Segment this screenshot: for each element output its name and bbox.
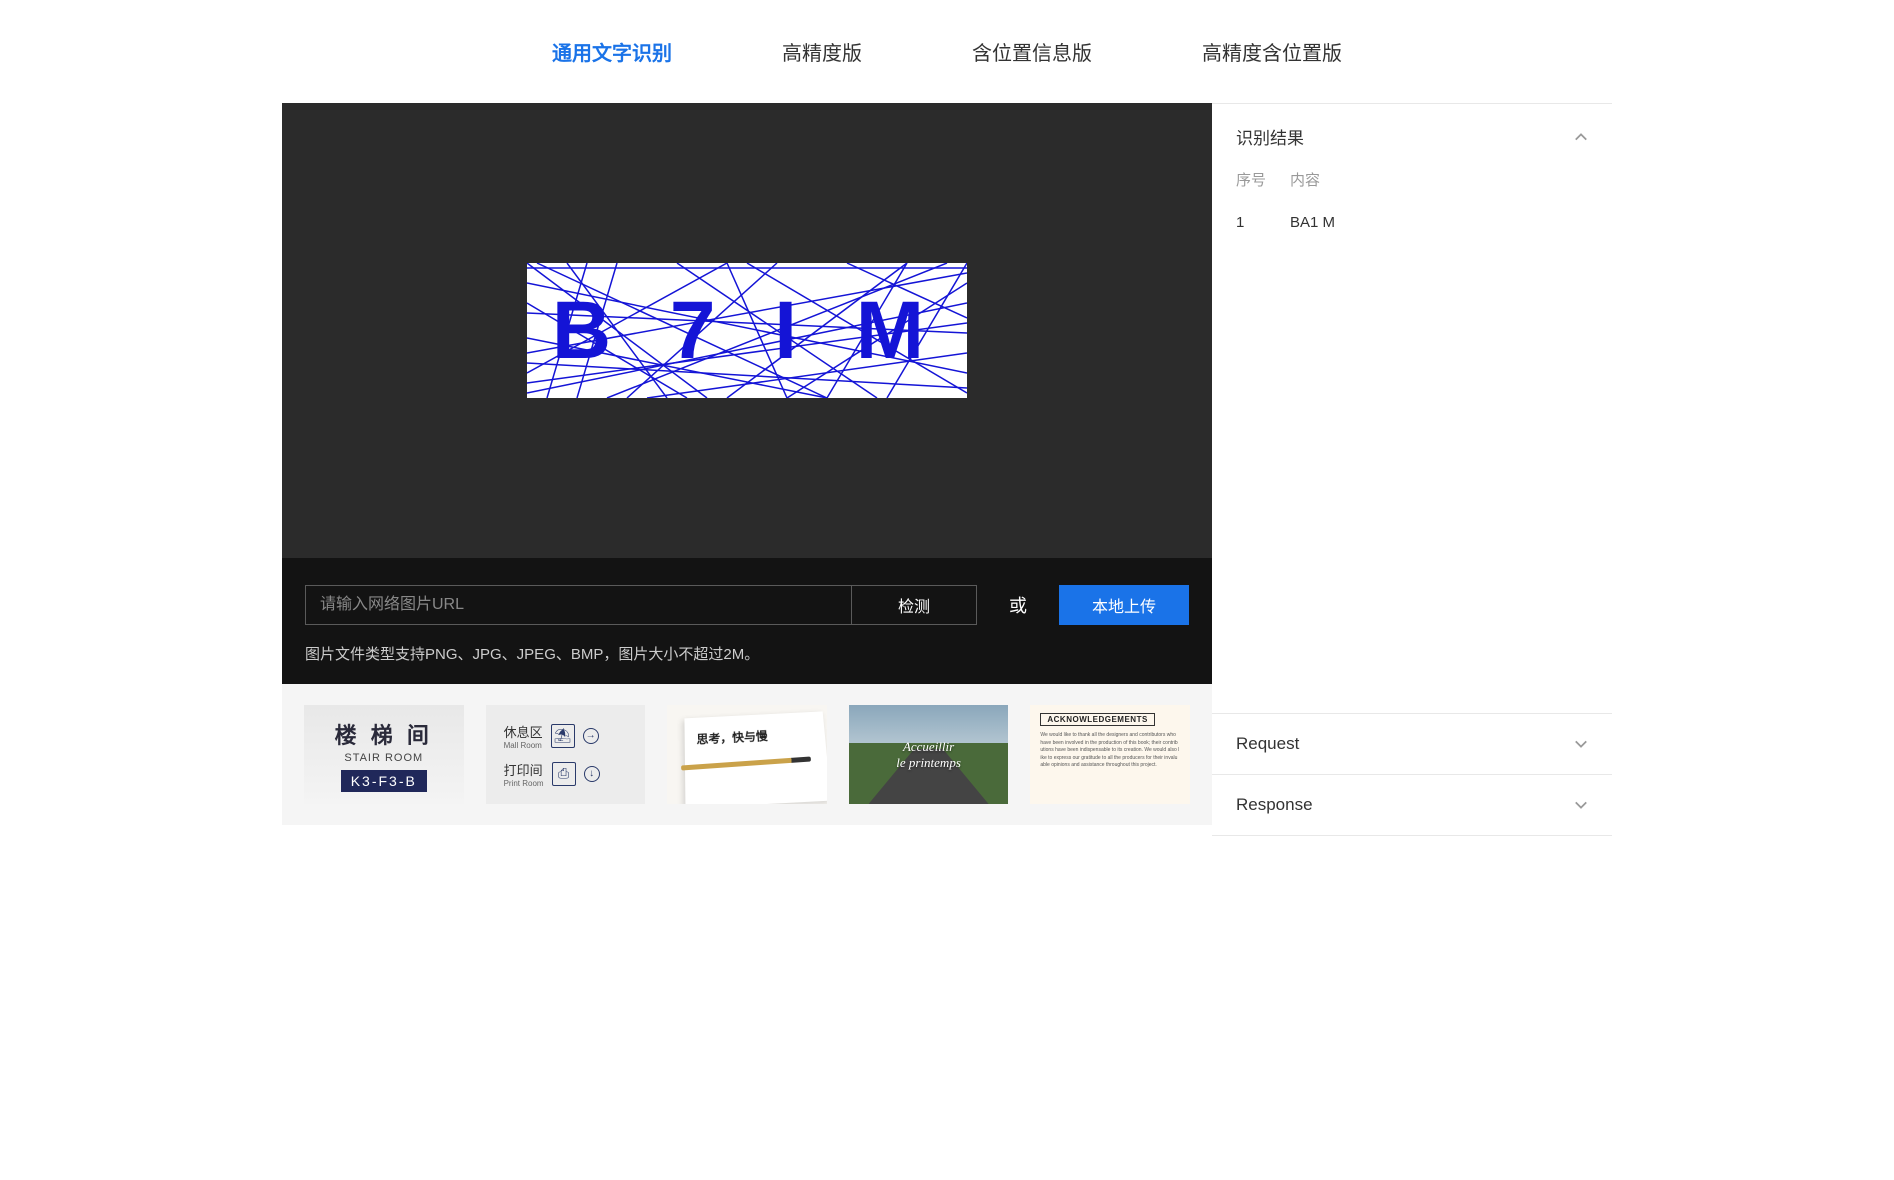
thumb1-en: STAIR ROOM [344,752,423,764]
captcha-text: B 7 I M [527,263,967,398]
arrow-down-icon: ↓ [584,766,600,782]
captcha-image: B 7 I M [527,263,967,398]
url-input[interactable] [305,585,852,625]
response-title: Response [1236,795,1313,815]
chevron-down-icon [1574,798,1588,812]
results-panel: 识别结果 序号 内容 1 BA1 M [1212,104,1612,714]
col-content-header: 内容 [1290,169,1320,190]
tab-bar: 通用文字识别 高精度版 含位置信息版 高精度含位置版 [282,0,1612,103]
tab-general-ocr[interactable]: 通用文字识别 [552,37,672,66]
request-title: Request [1236,734,1299,754]
rest-area-icon: ⛱ [551,724,575,748]
tab-high-precision[interactable]: 高精度版 [782,37,862,66]
table-row: 1 BA1 M [1236,206,1588,239]
thumb4-line1: Accueillir [903,739,954,755]
thumb5-body: We would like to thank all the designers… [1040,732,1180,770]
thumb2-row1-en: Mall Room [504,741,543,750]
tab-high-precision-position[interactable]: 高精度含位置版 [1202,37,1342,66]
tab-with-position[interactable]: 含位置信息版 [972,37,1092,66]
thumbnail-1[interactable]: 楼 梯 间 STAIR ROOM K3-F3-B [304,705,464,804]
detect-button[interactable]: 检测 [852,585,977,625]
chevron-up-icon [1574,130,1588,144]
thumbnail-4[interactable]: Accueillir le printemps [849,705,1009,804]
chevron-down-icon [1574,737,1588,751]
thumbnail-2[interactable]: 休息区 Mall Room ⛱ → 打印间 Print Room ⎙ ↓ [486,705,646,804]
thumb2-row2-cn: 打印间 [504,760,544,779]
results-panel-header[interactable]: 识别结果 [1212,104,1612,169]
request-panel: Request [1212,714,1612,775]
thumb5-head: ACKNOWLEDGEMENTS [1040,713,1154,726]
file-hint: 图片文件类型支持PNG、JPG、JPEG、BMP，图片大小不超过2M。 [305,643,1189,664]
toolbar: 检测 或 本地上传 图片文件类型支持PNG、JPG、JPEG、BMP，图片大小不… [282,558,1212,684]
thumb2-row2-en: Print Room [504,779,544,788]
row-content: BA1 M [1290,214,1335,231]
col-index-header: 序号 [1236,169,1266,190]
results-title: 识别结果 [1236,124,1304,149]
thumb2-row1-cn: 休息区 [504,722,543,741]
thumb1-cn: 楼 梯 间 [335,718,433,750]
thumb1-bar: K3-F3-B [341,770,427,792]
thumbnail-3[interactable]: 思考，快与慢 [667,705,827,804]
response-panel: Response [1212,775,1612,836]
thumbnail-5[interactable]: ACKNOWLEDGEMENTS We would like to thank … [1030,705,1190,804]
arrow-right-icon: → [583,728,599,744]
row-index: 1 [1236,214,1266,231]
image-preview-area: B 7 I M [282,103,1212,558]
thumb3-title: 思考，快与慢 [697,725,814,747]
request-panel-header[interactable]: Request [1212,714,1612,774]
thumb4-line2: le printemps [896,755,961,771]
upload-button[interactable]: 本地上传 [1059,585,1189,625]
or-label: 或 [997,592,1039,618]
printer-icon: ⎙ [552,762,576,786]
response-panel-header[interactable]: Response [1212,775,1612,835]
thumbnail-strip: 楼 梯 间 STAIR ROOM K3-F3-B 休息区 Mall Room ⛱… [282,684,1212,825]
